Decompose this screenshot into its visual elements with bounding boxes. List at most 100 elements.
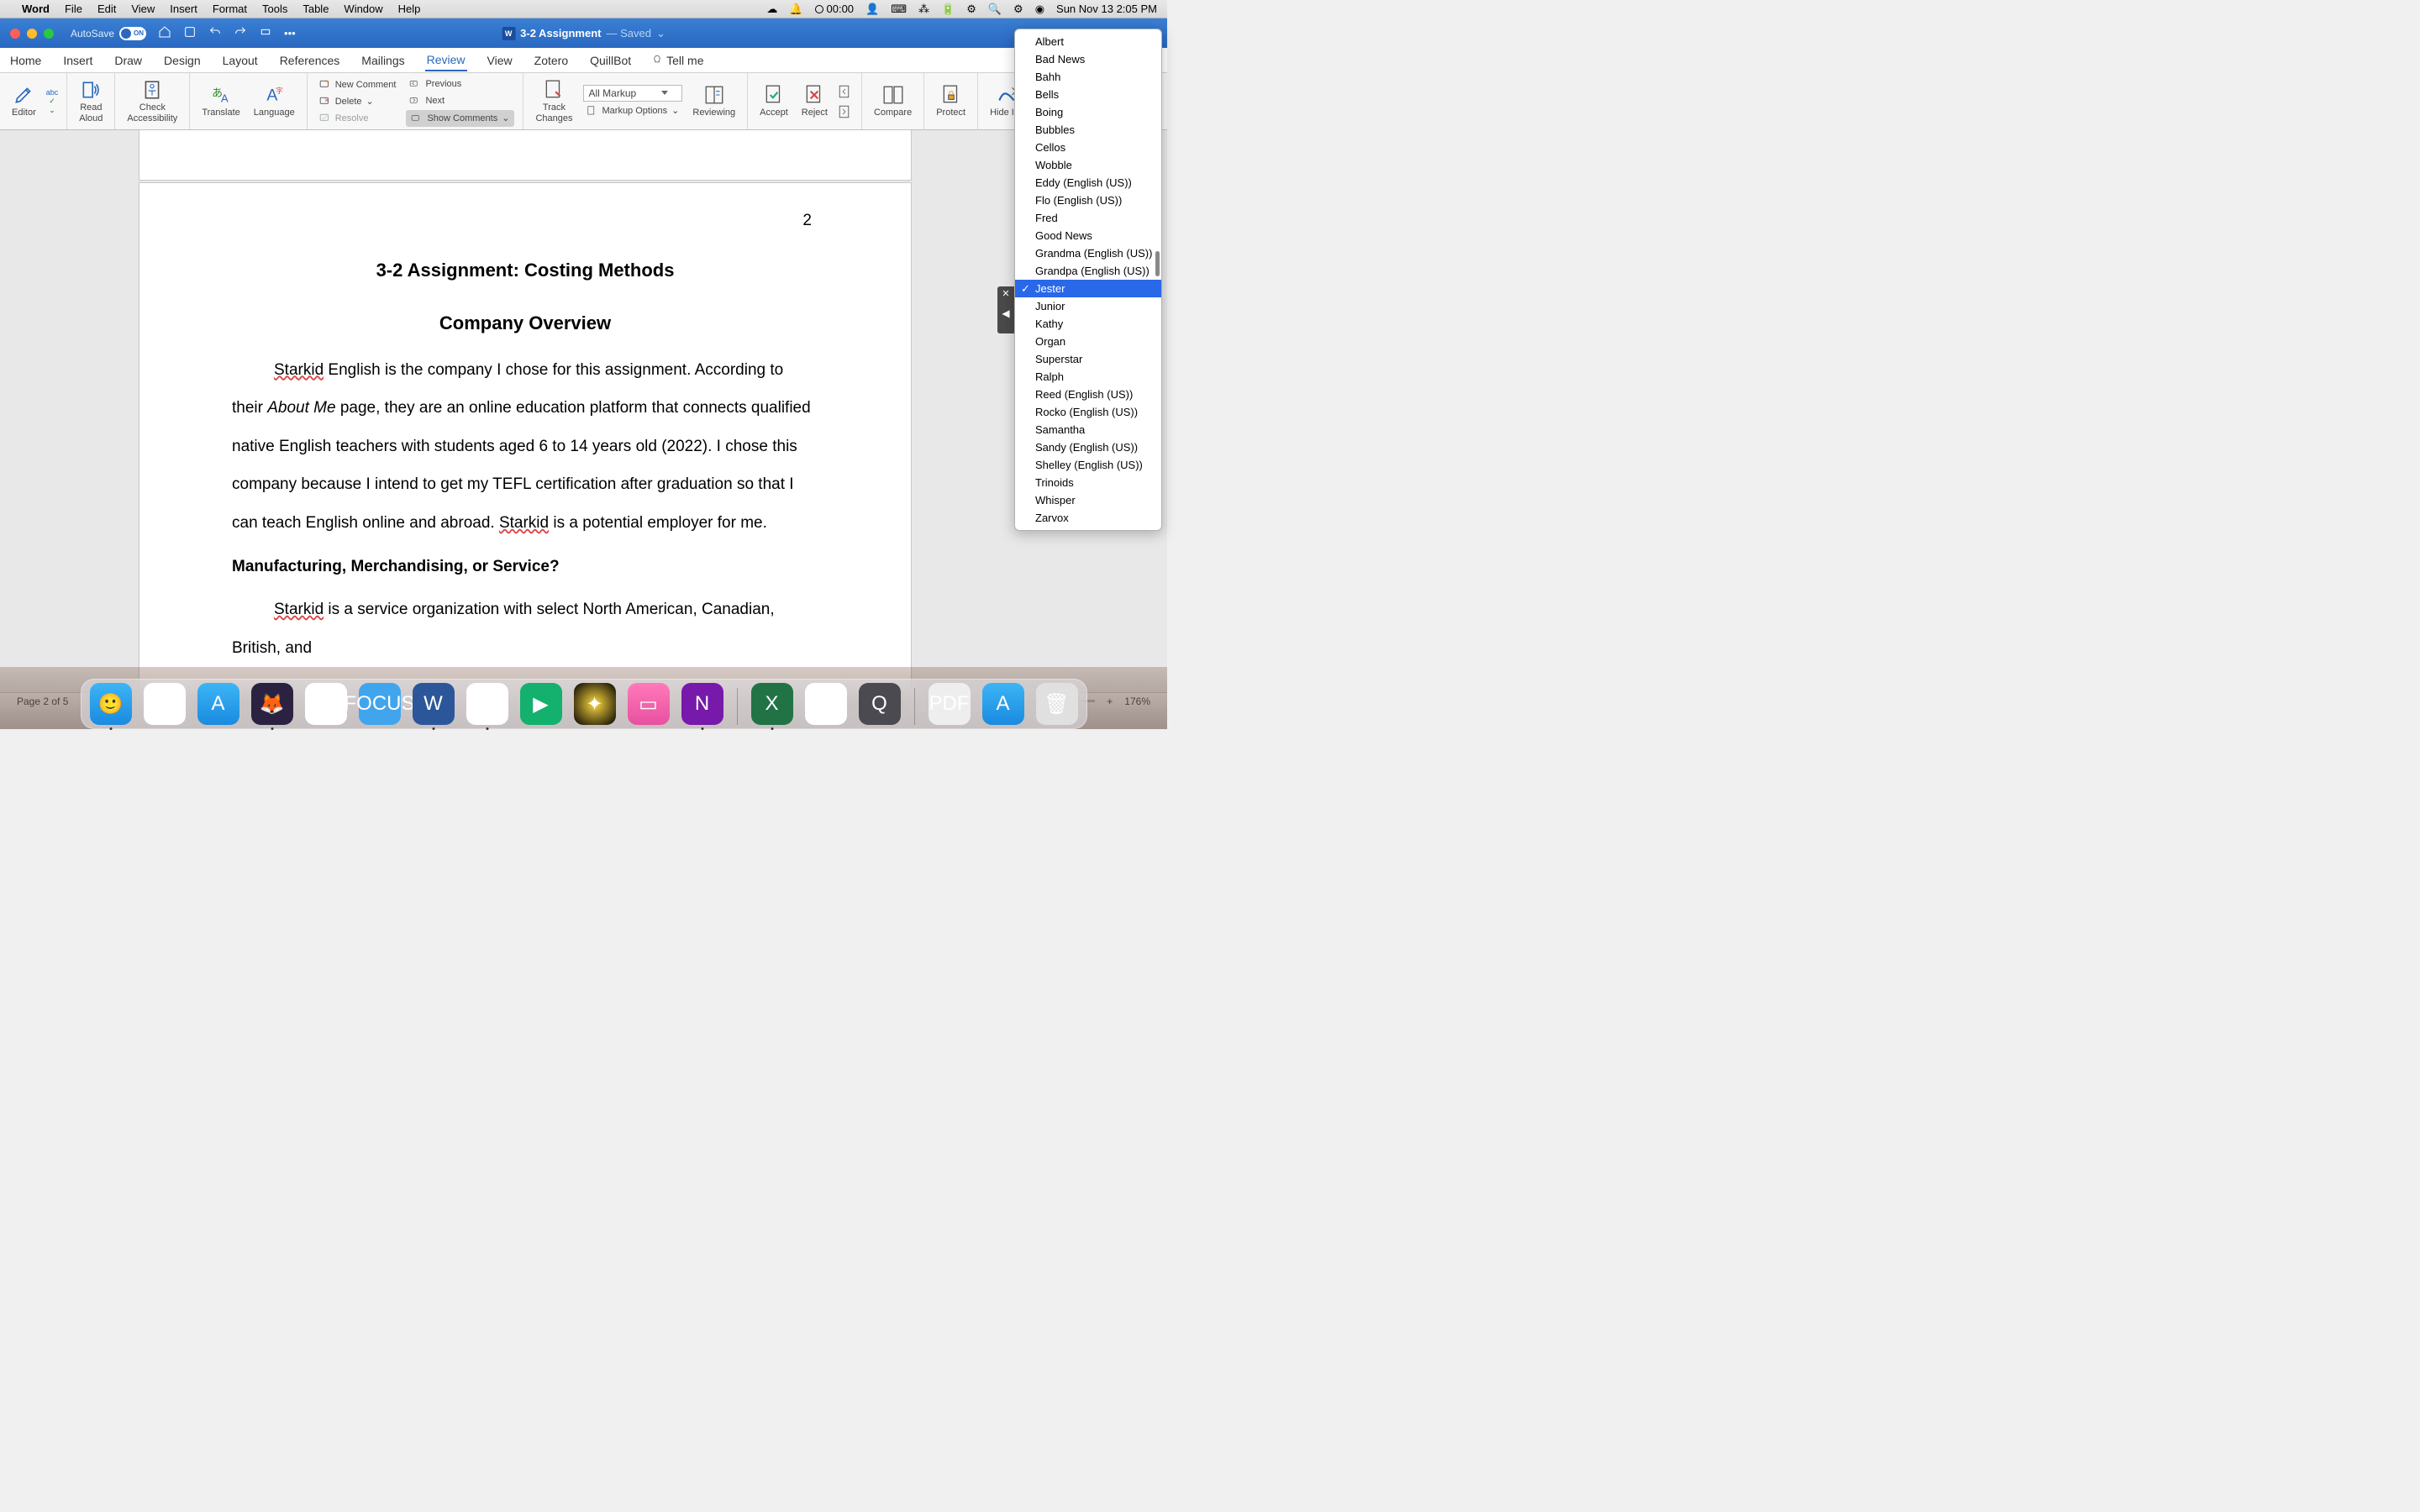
save-icon[interactable] (183, 25, 197, 41)
tab-draw[interactable]: Draw (113, 50, 144, 71)
tab-view[interactable]: View (486, 50, 514, 71)
voice-option-trinoids[interactable]: Trinoids (1015, 474, 1161, 491)
track-changes-button[interactable]: Track Changes (532, 77, 576, 124)
menu-table[interactable]: Table (302, 3, 329, 15)
dock-excel[interactable]: X (751, 683, 793, 725)
dock-app-yellow[interactable]: ✦ (574, 683, 616, 725)
voice-option-sandy-english-us-[interactable]: Sandy (English (US)) (1015, 438, 1161, 456)
translate-button[interactable]: あA Translate (198, 82, 243, 119)
language-button[interactable]: A字 Language (250, 82, 298, 119)
voice-option-bad-news[interactable]: Bad News (1015, 50, 1161, 68)
voice-option-jester[interactable]: Jester (1015, 280, 1161, 297)
voice-option-whisper[interactable]: Whisper (1015, 491, 1161, 509)
menu-edit[interactable]: Edit (97, 3, 116, 15)
voice-option-superstar[interactable]: Superstar (1015, 350, 1161, 368)
voice-option-samantha[interactable]: Samantha (1015, 421, 1161, 438)
dock-onedrive[interactable]: ☁ (805, 683, 847, 725)
menu-help[interactable]: Help (398, 3, 421, 15)
markup-options-button[interactable]: Markup Options ⌄ (583, 103, 683, 118)
dock-finder[interactable]: 🙂 (90, 683, 132, 725)
menu-file[interactable]: File (65, 3, 82, 15)
menu-view[interactable]: View (131, 3, 155, 15)
new-comment-button[interactable]: New Comment (316, 77, 400, 92)
dock-onenote[interactable]: N (681, 683, 723, 725)
dock-quicktime[interactable]: Q (859, 683, 901, 725)
check-accessibility-button[interactable]: Check Accessibility (124, 77, 181, 124)
resolve-button[interactable]: Resolve (316, 111, 400, 126)
dock-pdf-printer[interactable]: PDF (929, 683, 971, 725)
prev-change-icon[interactable] (838, 84, 853, 99)
wifi-icon[interactable]: ⚙ (966, 3, 976, 16)
document-title[interactable]: W 3-2 Assignment — Saved ⌄ (502, 27, 666, 40)
notification-icon[interactable]: 🔔 (789, 3, 802, 16)
delete-comment-button[interactable]: Delete ⌄ (316, 94, 400, 109)
voice-option-organ[interactable]: Organ (1015, 333, 1161, 350)
tab-mailings[interactable]: Mailings (360, 50, 406, 71)
expand-arrow-icon[interactable]: ◀ (1002, 307, 1009, 319)
menubar-clock[interactable]: Sun Nov 13 2:05 PM (1056, 3, 1157, 15)
print-icon[interactable] (259, 25, 272, 41)
dock-word[interactable]: W (413, 683, 455, 725)
dock-trash[interactable]: 🗑 (1036, 683, 1078, 725)
menu-format[interactable]: Format (213, 3, 247, 15)
voice-option-bells[interactable]: Bells (1015, 86, 1161, 103)
tab-quillbot[interactable]: QuillBot (588, 50, 633, 71)
voice-option-wobble[interactable]: Wobble (1015, 156, 1161, 174)
minimize-button[interactable] (27, 29, 37, 39)
redo-icon[interactable] (234, 25, 247, 41)
tell-me-search[interactable]: Tell me (651, 54, 703, 67)
tab-zotero[interactable]: Zotero (533, 50, 570, 71)
user-icon[interactable]: 👤 (865, 3, 879, 16)
voice-option-boing[interactable]: Boing (1015, 103, 1161, 121)
compare-button[interactable]: Compare (871, 82, 915, 119)
tab-design[interactable]: Design (162, 50, 203, 71)
menubar-app-name[interactable]: Word (22, 3, 50, 15)
screen-record-indicator[interactable]: 00:00 (815, 3, 855, 15)
menu-window[interactable]: Window (344, 3, 382, 15)
fullscreen-button[interactable] (44, 29, 54, 39)
show-comments-button[interactable]: Show Comments ⌄ (406, 110, 514, 127)
tab-insert[interactable]: Insert (61, 50, 94, 71)
tab-layout[interactable]: Layout (221, 50, 260, 71)
voice-option-albert[interactable]: Albert (1015, 33, 1161, 50)
document-page[interactable]: 2 3-2 Assignment: Costing Methods Compan… (139, 182, 912, 709)
dock-chrome[interactable]: ◉ (466, 683, 508, 725)
close-icon[interactable]: ✕ (1002, 288, 1009, 299)
control-center-icon[interactable]: ⚙ (1013, 3, 1023, 16)
dock-app-pink[interactable]: ▭ (628, 683, 670, 725)
reviewing-pane-button[interactable]: Reviewing (689, 82, 739, 119)
undo-icon[interactable] (208, 25, 222, 41)
dock-appstore[interactable]: A (197, 683, 239, 725)
protect-button[interactable]: Protect (933, 82, 969, 119)
voice-option-flo-english-us-[interactable]: Flo (English (US)) (1015, 192, 1161, 209)
editor-button[interactable]: Editor (8, 82, 39, 119)
voice-option-reed-english-us-[interactable]: Reed (English (US)) (1015, 386, 1161, 403)
dock-rumble[interactable]: ▶ (520, 683, 562, 725)
markup-display-select[interactable]: All Markup (583, 85, 683, 102)
title-caret-icon[interactable]: ⌄ (656, 27, 666, 40)
dock-focus[interactable]: FOCUS (359, 683, 401, 725)
voice-option-cellos[interactable]: Cellos (1015, 139, 1161, 156)
voice-option-fred[interactable]: Fred (1015, 209, 1161, 227)
tab-home[interactable]: Home (8, 50, 43, 71)
voice-option-shelley-english-us-[interactable]: Shelley (English (US)) (1015, 456, 1161, 474)
close-button[interactable] (10, 29, 20, 39)
voice-option-grandma-english-us-[interactable]: Grandma (English (US)) (1015, 244, 1161, 262)
dock-zotero[interactable]: Z (305, 683, 347, 725)
more-icon[interactable]: ••• (284, 27, 296, 39)
voice-option-eddy-english-us-[interactable]: Eddy (English (US)) (1015, 174, 1161, 192)
tab-review[interactable]: Review (425, 50, 467, 71)
dock-firefox[interactable]: 🦊 (251, 683, 293, 725)
voice-option-rocko-english-us-[interactable]: Rocko (English (US)) (1015, 403, 1161, 421)
voice-option-grandpa-english-us-[interactable]: Grandpa (English (US)) (1015, 262, 1161, 280)
dock-appstore-2[interactable]: A (982, 683, 1024, 725)
dock-photos[interactable]: ✿ (144, 683, 186, 725)
menu-insert[interactable]: Insert (170, 3, 197, 15)
cloud-icon[interactable]: ☁ (766, 3, 777, 16)
voice-option-good-news[interactable]: Good News (1015, 227, 1161, 244)
autosave-toggle[interactable]: ON (119, 27, 146, 40)
previous-comment-button[interactable]: Previous (406, 76, 514, 92)
reject-button[interactable]: Reject (798, 82, 831, 119)
next-change-icon[interactable] (838, 104, 853, 119)
voice-option-bahh[interactable]: Bahh (1015, 68, 1161, 86)
